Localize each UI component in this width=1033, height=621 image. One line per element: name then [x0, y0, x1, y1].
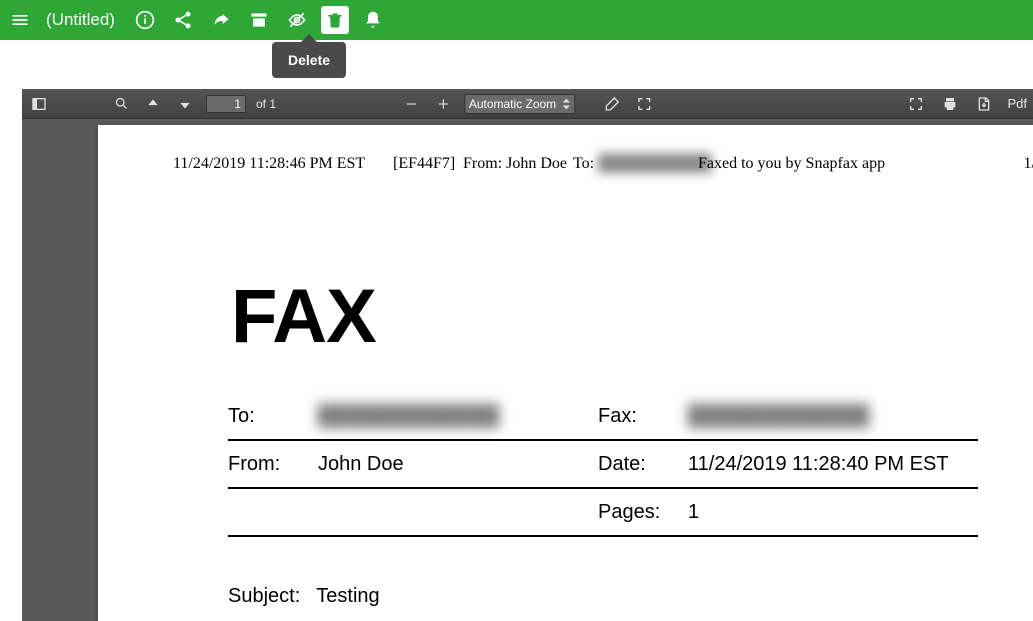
header-from: From: John Doe [463, 155, 567, 173]
fullscreen-icon[interactable] [905, 93, 927, 115]
eraser-icon[interactable] [601, 93, 623, 115]
to-value: ████████████ [318, 405, 598, 428]
delete-tooltip: Delete [272, 42, 346, 78]
date-label: Date: [598, 453, 688, 476]
table-row: To: ████████████ Fax: ████████████ [228, 393, 978, 441]
from-value: John Doe [318, 453, 598, 476]
zoom-value: Automatic Zoom [469, 97, 556, 111]
subject-row: Subject: Testing [228, 585, 380, 608]
crop-icon[interactable] [633, 93, 655, 115]
search-icon[interactable] [110, 93, 132, 115]
menu-icon[interactable] [6, 6, 34, 34]
subject-value: Testing [316, 585, 379, 608]
print-icon[interactable] [939, 93, 961, 115]
to-label: To: [228, 405, 318, 428]
hide-icon[interactable] [283, 6, 311, 34]
pdf-page-area: 11/24/2019 11:28:46 PM EST [EF44F7] From… [22, 119, 1033, 621]
zoom-out-icon[interactable] [400, 93, 422, 115]
pdf-toolbar: of 1 Automatic Zoom [22, 89, 1033, 119]
pages-label: Pages: [598, 501, 688, 524]
download-icon[interactable] [973, 93, 995, 115]
pdf-viewer: of 1 Automatic Zoom [22, 89, 1033, 621]
from-label: From: [228, 453, 318, 476]
zoom-select[interactable]: Automatic Zoom [464, 94, 575, 114]
format-label: Pdf [1007, 96, 1027, 111]
zoom-in-icon[interactable] [432, 93, 454, 115]
info-icon[interactable] [131, 6, 159, 34]
header-page-count: 1/1 [1024, 155, 1033, 173]
app-toolbar: (Untitled) [0, 0, 1033, 40]
date-value: 11/24/2019 11:28:40 PM EST [688, 453, 978, 476]
page-up-icon[interactable] [142, 93, 164, 115]
table-row: From: John Doe Date: 11/24/2019 11:28:40… [228, 441, 978, 489]
page-total-label: of 1 [256, 97, 276, 111]
table-row: Pages: 1 [228, 489, 978, 537]
header-datetime: 11/24/2019 11:28:46 PM EST [173, 155, 365, 173]
share-icon[interactable] [169, 6, 197, 34]
sidebar-toggle-icon[interactable] [28, 93, 50, 115]
fax-heading: FAX [231, 273, 376, 360]
page-down-icon[interactable] [174, 93, 196, 115]
page-number-input[interactable] [206, 95, 246, 113]
pages-value: 1 [688, 501, 978, 524]
tooltip-text: Delete [288, 52, 330, 68]
forward-icon[interactable] [207, 6, 235, 34]
fax-value: ████████████ [688, 405, 978, 428]
bell-icon[interactable] [359, 6, 387, 34]
header-to: To: ██████████ [573, 155, 711, 173]
header-ref: [EF44F7] [393, 155, 455, 173]
fax-label: Fax: [598, 405, 688, 428]
subject-label: Subject: [228, 585, 300, 608]
header-note: Faxed to you by Snapfax app [698, 155, 885, 173]
delete-button[interactable] [321, 6, 349, 34]
fax-details-table: To: ████████████ Fax: ████████████ From:… [228, 393, 978, 537]
archive-icon[interactable] [245, 6, 273, 34]
document-title: (Untitled) [46, 10, 115, 30]
pdf-page: 11/24/2019 11:28:46 PM EST [EF44F7] From… [98, 125, 1033, 621]
